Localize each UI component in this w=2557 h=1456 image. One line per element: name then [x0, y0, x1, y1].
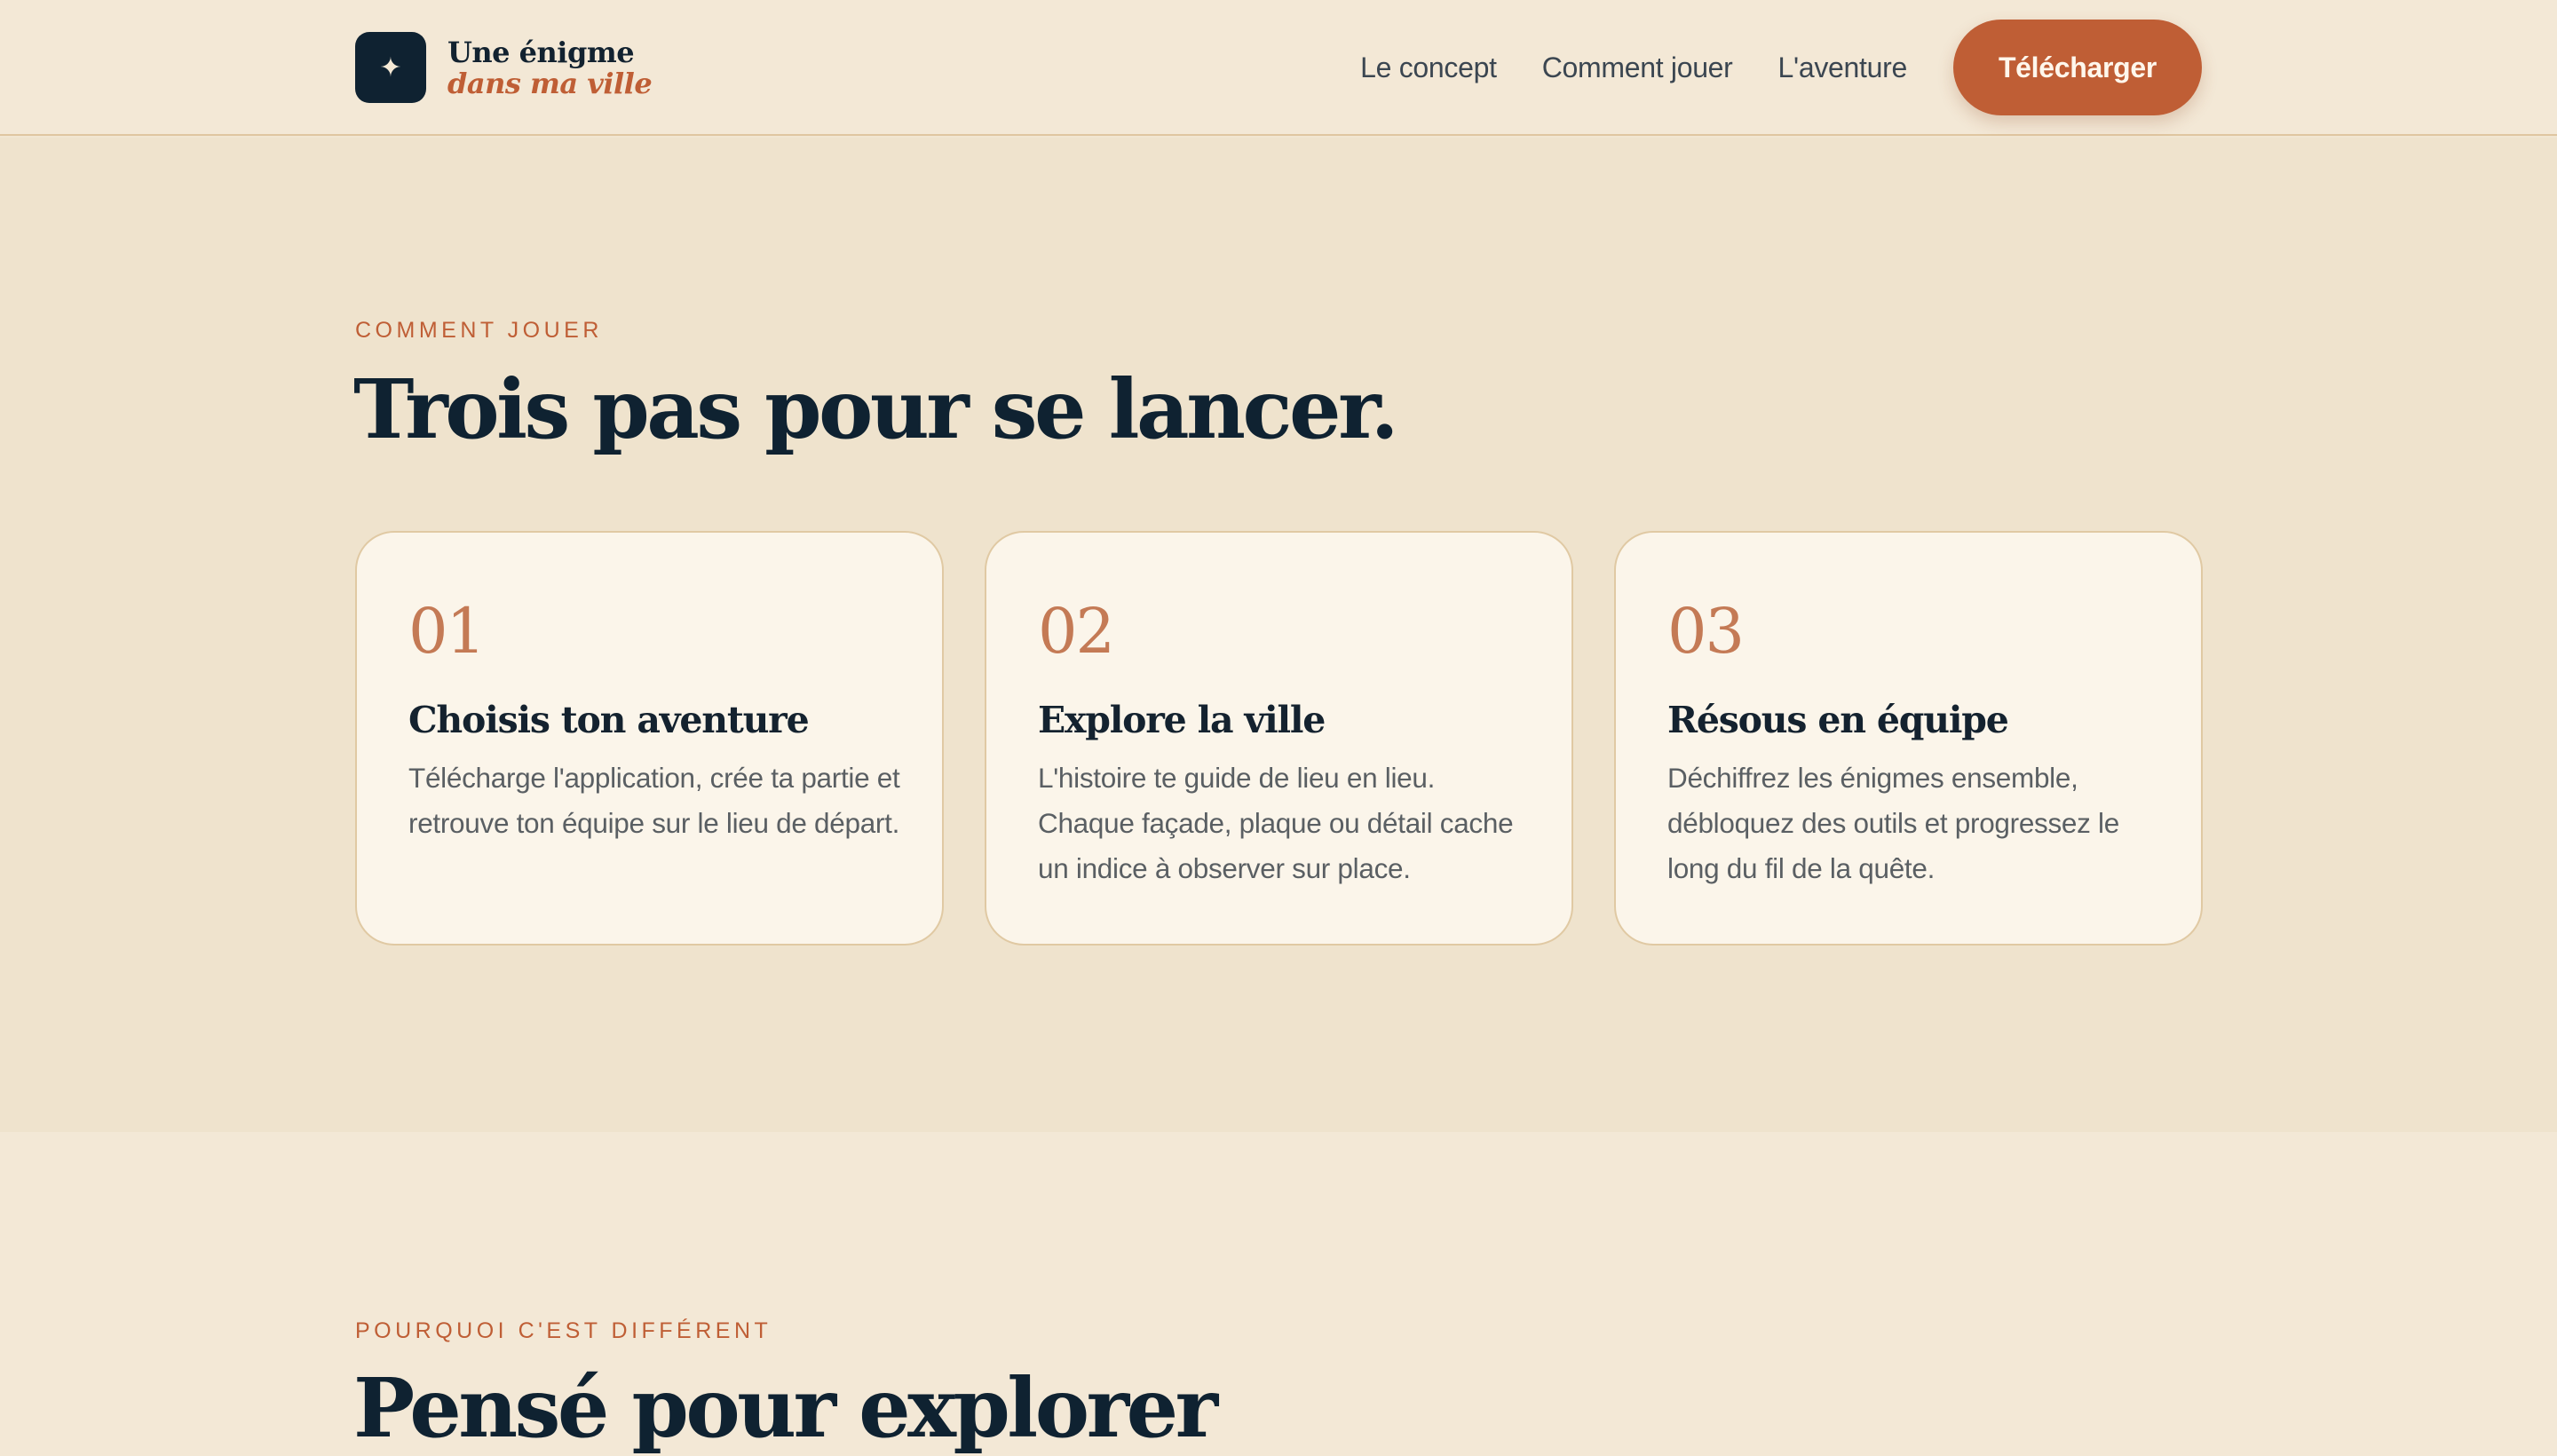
step-number: 02	[1038, 595, 1115, 668]
step-description: L'histoire te guide de lieu en lieu. Cha…	[1038, 762, 1514, 884]
step-title: Résous en équipe	[1667, 699, 2009, 741]
download-button[interactable]: Télécharger	[1953, 20, 2202, 115]
section-title: Trois pas pour se lancer.	[353, 361, 1399, 457]
step-card: 02 Explore la ville L'histoire te guide …	[985, 531, 1573, 946]
section-title: Pensé pour explorer	[353, 1360, 1218, 1456]
section-eyebrow: COMMENT JOUER	[355, 318, 603, 343]
step-description: Télécharge l'application, crée ta partie…	[408, 762, 900, 839]
nav-link-concept[interactable]: Le concept	[1360, 51, 1497, 84]
site-header: ✦ Une énigme dans ma ville Le concept Co…	[0, 0, 2557, 136]
nav-link-comment-jouer[interactable]: Comment jouer	[1542, 51, 1733, 84]
steps-list: 01 Choisis ton aventure Télécharge l'app…	[355, 531, 2203, 946]
step-card: 03 Résous en équipe Déchiffrez les énigm…	[1614, 531, 2203, 946]
section-eyebrow: POURQUOI C'EST DIFFÉRENT	[355, 1318, 772, 1343]
step-number: 01	[408, 595, 486, 668]
nav-link-aventure[interactable]: L'aventure	[1778, 51, 1908, 84]
sparkle-icon: ✦	[355, 32, 426, 103]
step-title: Explore la ville	[1038, 699, 1326, 741]
step-card: 01 Choisis ton aventure Télécharge l'app…	[355, 531, 944, 946]
step-description: Déchiffrez les énigmes ensemble, débloqu…	[1667, 762, 2119, 884]
logo-wordmark: Une énigme dans ma ville	[447, 35, 653, 100]
step-title: Choisis ton aventure	[408, 699, 810, 741]
step-number: 03	[1667, 595, 1745, 668]
main-nav: Le concept Comment jouer L'aventure Télé…	[1360, 20, 2202, 115]
logo-title: Une énigme	[447, 35, 635, 69]
logo-link[interactable]: ✦ Une énigme dans ma ville	[355, 32, 653, 103]
how-to-play-section: COMMENT JOUER Trois pas pour se lancer. …	[0, 138, 2557, 1132]
logo-subtitle: dans ma ville	[447, 66, 653, 100]
why-different-section: POURQUOI C'EST DIFFÉRENT Pensé pour expl…	[0, 1132, 2557, 1456]
